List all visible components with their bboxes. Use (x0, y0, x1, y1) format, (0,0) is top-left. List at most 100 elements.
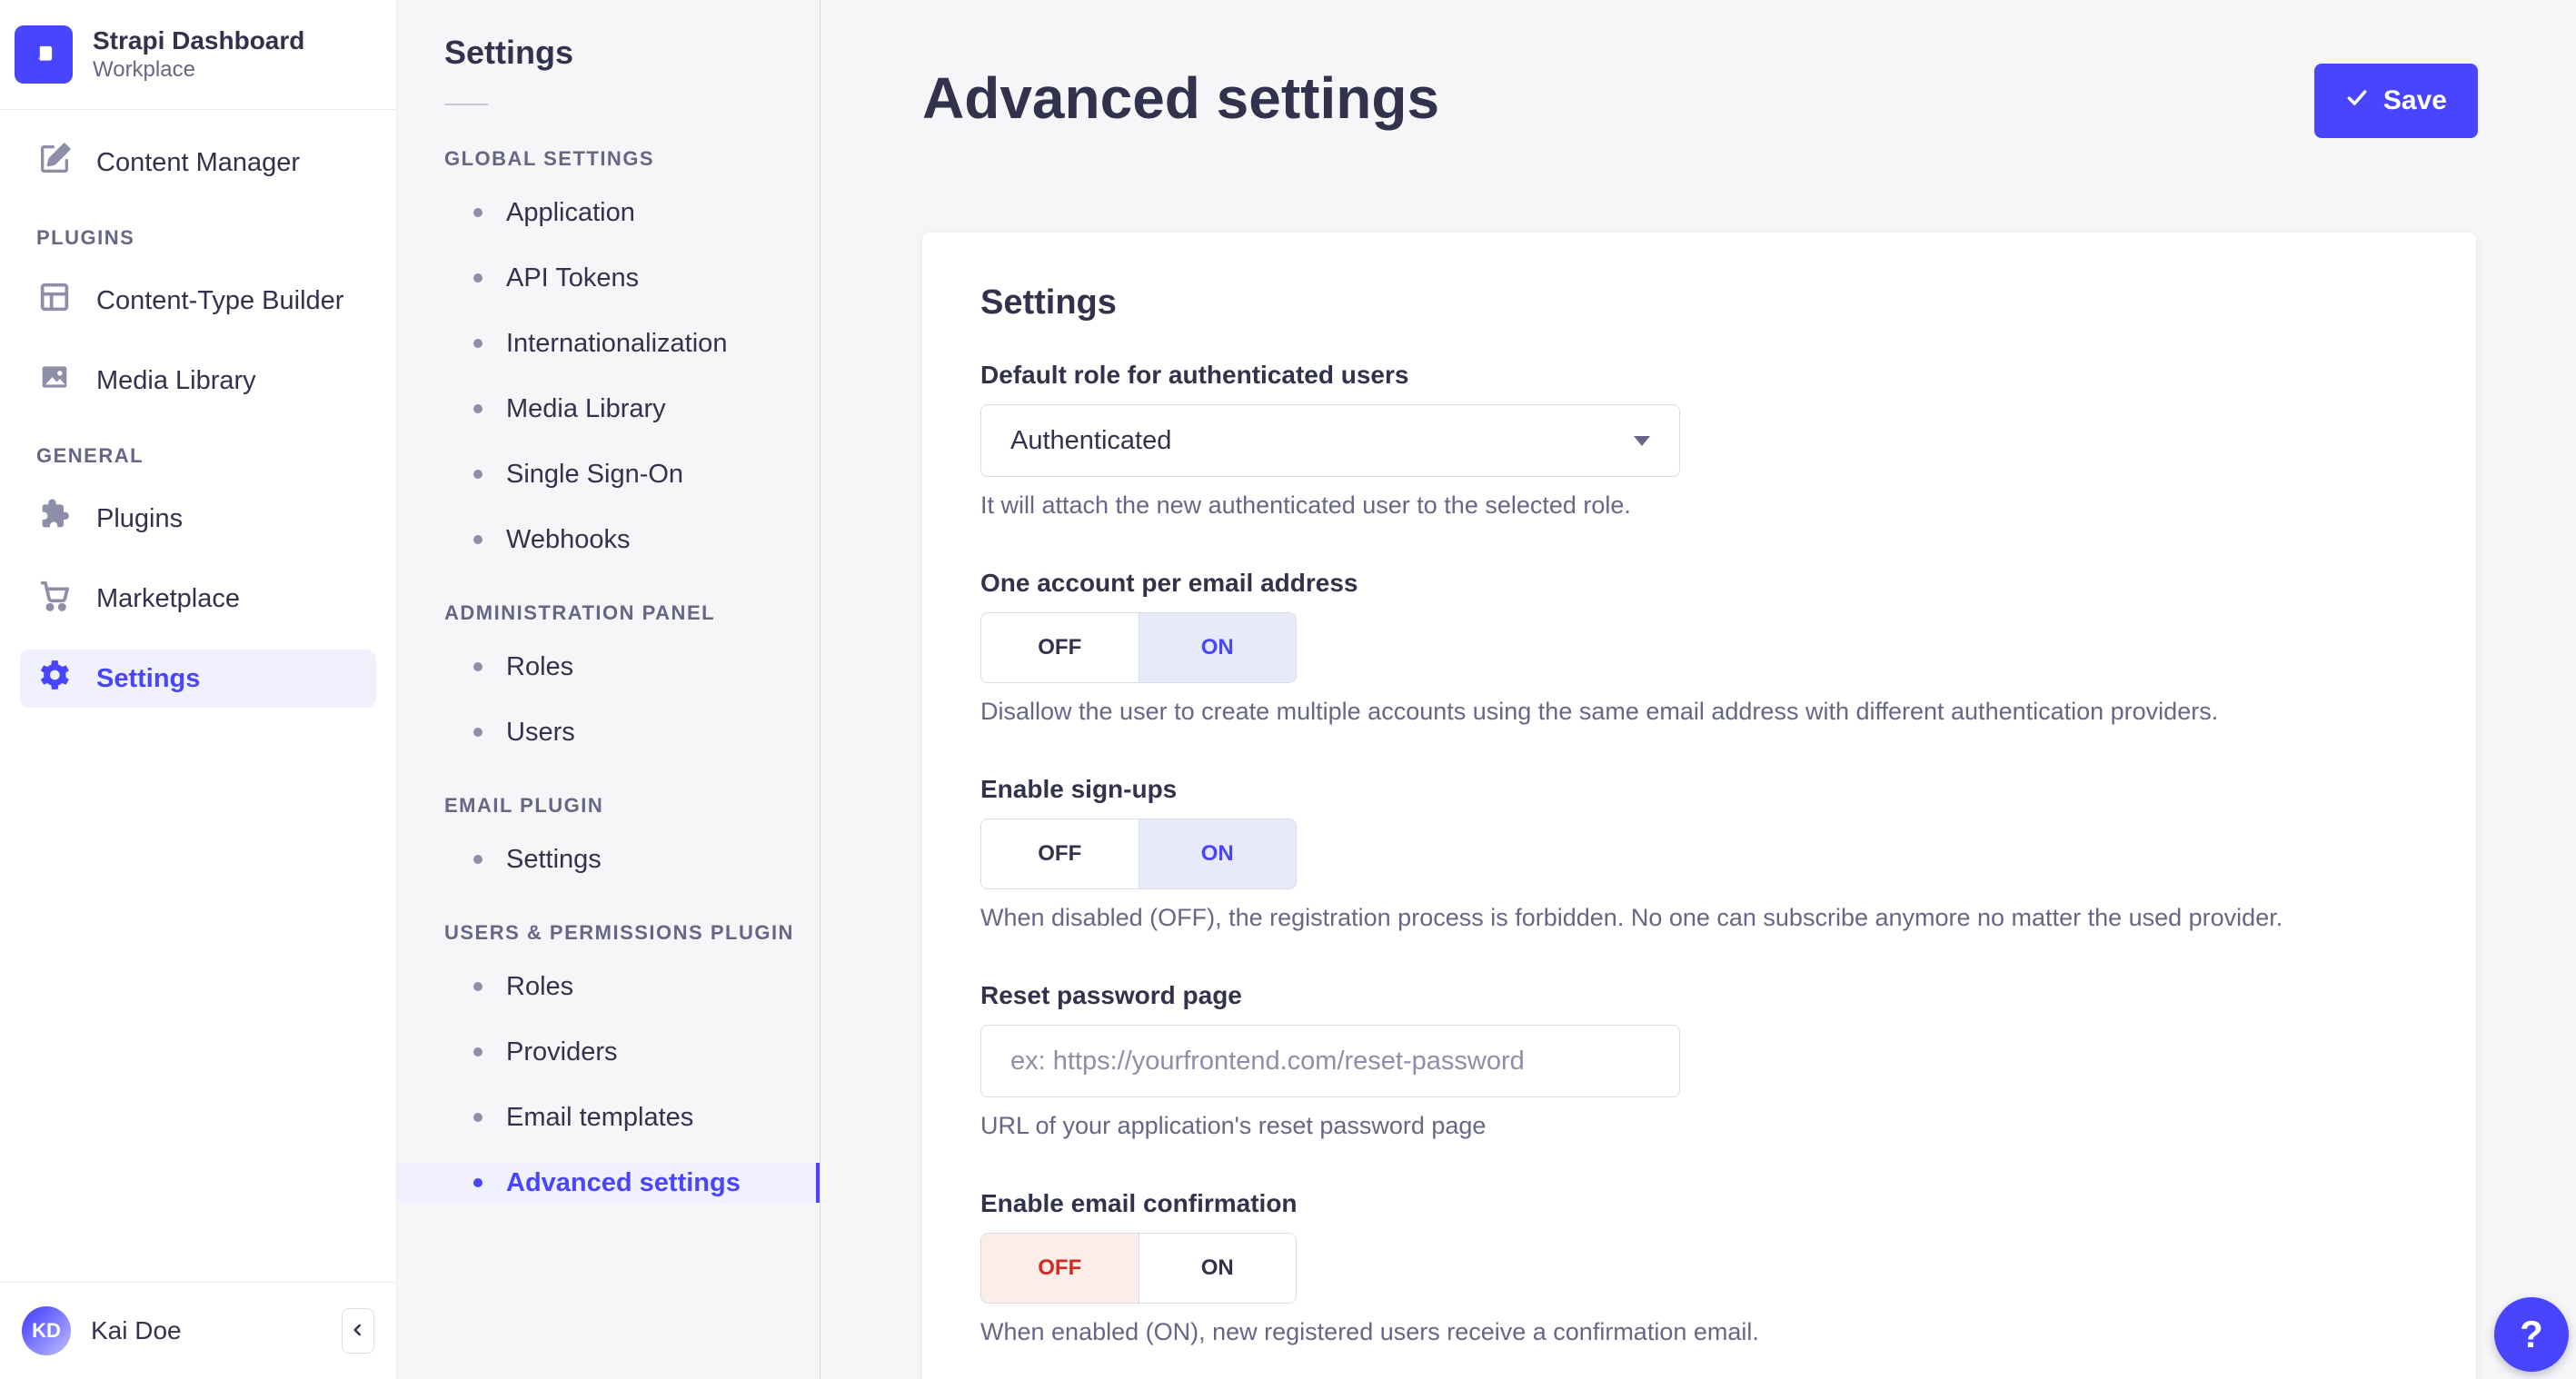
default-role-select[interactable]: Authenticated (980, 404, 1680, 477)
sidebar-item-settings[interactable]: Settings (20, 650, 376, 708)
sidebar-nav: Content Manager PLUGINS Content-Type Bui… (0, 110, 396, 1282)
subnav-item-api-tokens[interactable]: API Tokens (397, 258, 820, 298)
bullet-icon (473, 404, 482, 413)
field-reset-password: Reset password page URL of your applicat… (980, 981, 2418, 1140)
save-button[interactable]: Save (2313, 64, 2478, 138)
email-confirmation-label: Enable email confirmation (980, 1189, 1298, 1217)
brand-title: Strapi Dashboard (93, 26, 305, 55)
bullet-icon (473, 1113, 482, 1122)
bullet-icon (473, 1178, 482, 1187)
one-account-toggle-on[interactable]: ON (1138, 613, 1296, 682)
sidebar-item-label: Content-Type Builder (96, 285, 344, 315)
chevron-left-icon (349, 1321, 367, 1342)
brand-text: Strapi Dashboard Workplace (93, 25, 304, 84)
subnav-title: Settings (444, 34, 574, 71)
bullet-icon (473, 339, 482, 348)
subnav-item-providers[interactable]: Providers (397, 1032, 820, 1072)
subnav-item-up-roles[interactable]: Roles (397, 967, 820, 1007)
subnav-item-label: Webhooks (506, 524, 631, 554)
subnav-item-label: Internationalization (506, 328, 728, 358)
check-icon (2345, 85, 2369, 116)
reset-password-label: Reset password page (980, 981, 1242, 1009)
subnav-item-admin-roles[interactable]: Roles (397, 647, 820, 687)
page-title: Advanced settings (922, 65, 1440, 131)
sidebar-section-header-general: GENERAL (36, 444, 144, 467)
sidebar-item-label: Settings (96, 663, 201, 693)
subnav-item-advanced-settings[interactable]: Advanced settings (397, 1163, 820, 1203)
subnav-item-label: Users (506, 717, 575, 747)
sidebar-item-plugins[interactable]: Plugins (20, 490, 376, 548)
bullet-icon (473, 728, 482, 737)
email-confirmation-toggle-off[interactable]: OFF (981, 1234, 1139, 1303)
subnav-item-label: Email templates (506, 1102, 694, 1132)
default-role-hint: It will attach the new authenticated use… (980, 491, 1631, 519)
subnav-item-admin-users[interactable]: Users (397, 712, 820, 752)
subnav-item-label: Advanced settings (506, 1167, 741, 1197)
sign-ups-toggle-off[interactable]: OFF (981, 819, 1139, 888)
settings-card: Settings Default role for authenticated … (922, 233, 2476, 1379)
gear-icon (36, 657, 73, 700)
main-sidebar: Strapi Dashboard Workplace Content Manag… (0, 0, 397, 1379)
brand-home-link[interactable]: Strapi Dashboard Workplace (0, 0, 396, 110)
sidebar-item-label: Media Library (96, 365, 256, 395)
subnav-header-users-permissions-plugin: USERS & PERMISSIONS PLUGIN (444, 921, 794, 944)
subnav-item-email-templates[interactable]: Email templates (397, 1097, 820, 1137)
subnav-header-global-settings: GLOBAL SETTINGS (444, 147, 655, 170)
layout-icon (36, 279, 73, 322)
subnav-item-label: Single Sign-On (506, 459, 684, 489)
field-one-account: One account per email address OFF ON Dis… (980, 569, 2418, 726)
strapi-logo-icon (15, 25, 73, 84)
help-button[interactable]: ? (2494, 1297, 2569, 1372)
sign-ups-hint: When disabled (OFF), the registration pr… (980, 904, 2283, 931)
bullet-icon (473, 982, 482, 991)
subnav-header-administration-panel: ADMINISTRATION PANEL (444, 601, 716, 624)
save-button-label: Save (2382, 85, 2447, 115)
subnav-item-webhooks[interactable]: Webhooks (397, 520, 820, 560)
app-root: Strapi Dashboard Workplace Content Manag… (0, 0, 2576, 1379)
one-account-hint: Disallow the user to create multiple acc… (980, 698, 2219, 725)
sidebar-item-label: Content Manager (96, 147, 301, 177)
field-default-role: Default role for authenticated users Aut… (980, 361, 2418, 520)
one-account-toggle-off[interactable]: OFF (981, 613, 1139, 682)
avatar[interactable]: KD (22, 1306, 71, 1355)
subnav-item-email-settings[interactable]: Settings (397, 839, 820, 879)
sign-ups-label: Enable sign-ups (980, 775, 1178, 803)
sidebar-item-content-type-builder[interactable]: Content-Type Builder (20, 272, 376, 330)
user-name: Kai Doe (91, 1316, 182, 1344)
subnav-item-application[interactable]: Application (397, 193, 820, 233)
bullet-icon (473, 855, 482, 864)
field-email-confirmation: Enable email confirmation OFF ON When en… (980, 1189, 2418, 1346)
subnav-item-label: API Tokens (506, 263, 640, 293)
subnav-item-media-library[interactable]: Media Library (397, 389, 820, 429)
field-sign-ups: Enable sign-ups OFF ON When disabled (OF… (980, 775, 2418, 932)
email-confirmation-hint: When enabled (ON), new registered users … (980, 1318, 1759, 1345)
bullet-icon (473, 535, 482, 544)
subnav-item-internationalization[interactable]: Internationalization (397, 323, 820, 363)
subnav-item-single-sign-on[interactable]: Single Sign-On (397, 454, 820, 494)
sidebar-section-header-plugins: PLUGINS (36, 226, 135, 249)
bullet-icon (473, 1047, 482, 1057)
sidebar-item-marketplace[interactable]: Marketplace (20, 570, 376, 628)
subnav-item-label: Roles (506, 651, 574, 681)
sidebar-item-content-manager[interactable]: Content Manager (20, 134, 376, 192)
sidebar-item-media-library[interactable]: Media Library (20, 352, 376, 410)
subnav-item-label: Providers (506, 1037, 618, 1066)
email-confirmation-toggle-on[interactable]: ON (1138, 1234, 1297, 1303)
edit-icon (36, 141, 73, 184)
sidebar-footer: KD Kai Doe (0, 1282, 396, 1379)
puzzle-icon (36, 497, 73, 541)
one-account-toggle: OFF ON (980, 612, 1297, 683)
brand-subtitle: Workplace (93, 57, 195, 82)
bullet-icon (473, 662, 482, 671)
subnav-item-label: Media Library (506, 393, 666, 423)
bullet-icon (473, 470, 482, 479)
default-role-select-value: Authenticated (1010, 425, 1172, 455)
sidebar-item-label: Marketplace (96, 583, 240, 613)
one-account-label: One account per email address (980, 569, 1358, 597)
reset-password-input[interactable] (980, 1025, 1680, 1097)
sign-ups-toggle-on[interactable]: ON (1138, 819, 1296, 888)
card-title: Settings (980, 283, 1117, 322)
default-role-label: Default role for authenticated users (980, 361, 1409, 389)
subnav-item-label: Settings (506, 844, 602, 874)
collapse-sidebar-button[interactable] (342, 1308, 374, 1354)
